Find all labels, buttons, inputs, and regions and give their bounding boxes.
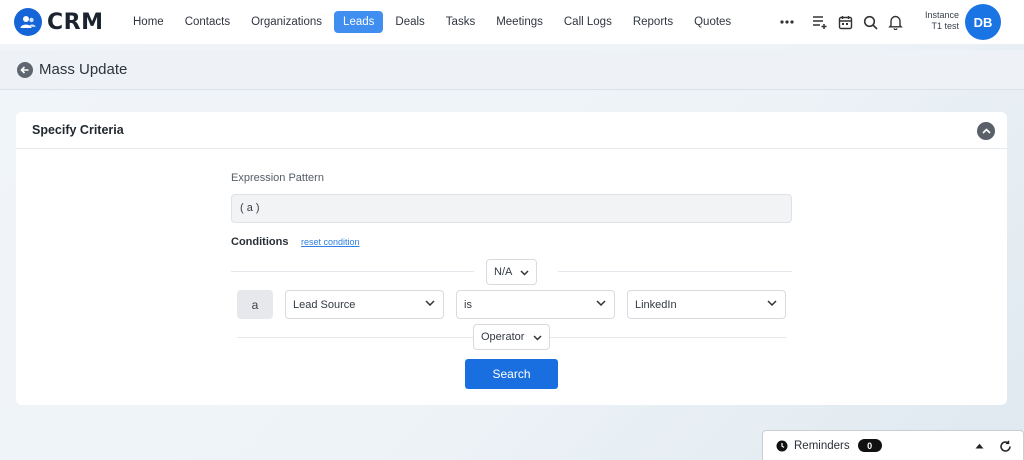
- caret-up-icon[interactable]: [975, 443, 984, 449]
- reset-condition-link[interactable]: reset condition: [301, 237, 360, 247]
- group-operator-value: N/A: [494, 266, 513, 278]
- clock-icon: [776, 440, 788, 451]
- search-button[interactable]: Search: [465, 359, 558, 389]
- group-operator-select[interactable]: N/A: [486, 259, 537, 285]
- nav-item-contacts[interactable]: Contacts: [176, 11, 239, 33]
- nav-item-deals[interactable]: Deals: [386, 11, 433, 33]
- main-nav: Home Contacts Organizations Leads Deals …: [124, 11, 743, 33]
- nav-item-quotes[interactable]: Quotes: [685, 11, 740, 33]
- value-select-value: LinkedIn: [635, 298, 677, 311]
- nav-item-reports[interactable]: Reports: [624, 11, 682, 33]
- app-name: CRM: [47, 9, 104, 35]
- refresh-icon[interactable]: [999, 440, 1012, 453]
- search-icon[interactable]: [860, 12, 880, 32]
- top-toolbar: [777, 12, 910, 32]
- divider: [558, 271, 792, 272]
- back-arrow-icon[interactable]: [17, 61, 33, 78]
- nav-item-tasks[interactable]: Tasks: [437, 11, 484, 33]
- expression-pattern-label: Expression Pattern: [231, 172, 324, 184]
- card-title: Specify Criteria: [32, 123, 124, 137]
- bell-icon[interactable]: [885, 12, 905, 32]
- divider: [237, 337, 473, 338]
- user-name: T1 test: [931, 21, 959, 31]
- crm-logo[interactable]: CRM: [14, 8, 126, 36]
- nav-item-leads[interactable]: Leads: [334, 11, 384, 33]
- chevron-down-icon: [596, 300, 606, 306]
- chevron-down-icon: [425, 300, 435, 306]
- instance-label: Instance: [924, 10, 959, 20]
- chevron-down-icon: [520, 270, 529, 276]
- condition-row-tag: a: [237, 290, 273, 319]
- chevron-down-icon: [767, 300, 777, 306]
- operator-select[interactable]: Operator: [473, 324, 550, 350]
- divider: [231, 271, 474, 272]
- nav-item-home[interactable]: Home: [124, 11, 173, 33]
- page-title: Mass Update: [39, 61, 128, 78]
- comparator-select-value: is: [464, 298, 472, 311]
- chevron-down-icon: [533, 335, 542, 341]
- comparator-select[interactable]: is: [456, 290, 615, 319]
- user-info[interactable]: Instance T1 test: [918, 10, 959, 32]
- nav-item-call-logs[interactable]: Call Logs: [555, 11, 621, 33]
- field-select-value: Lead Source: [293, 298, 356, 311]
- conditions-label: Conditions: [231, 236, 289, 248]
- more-dots-icon[interactable]: [777, 12, 797, 32]
- avatar[interactable]: DB: [965, 4, 1001, 40]
- criteria-card: Specify Criteria Expression Pattern ( a …: [16, 112, 1007, 405]
- divider: [550, 337, 786, 338]
- top-navbar: CRM Home Contacts Organizations Leads De…: [0, 0, 1024, 44]
- nav-item-meetings[interactable]: Meetings: [487, 11, 552, 33]
- crm-logo-icon: [14, 8, 42, 36]
- collapse-chevron-icon[interactable]: [977, 122, 995, 140]
- calendar-icon[interactable]: [835, 12, 855, 32]
- page-header: Mass Update: [0, 50, 1024, 90]
- reminders-bar[interactable]: Reminders 0: [762, 430, 1024, 460]
- expression-pattern-input[interactable]: ( a ): [231, 194, 792, 223]
- operator-select-value: Operator: [481, 331, 525, 343]
- field-select[interactable]: Lead Source: [285, 290, 444, 319]
- nav-item-organizations[interactable]: Organizations: [242, 11, 331, 33]
- value-select[interactable]: LinkedIn: [627, 290, 786, 319]
- reminders-count-badge: 0: [857, 439, 882, 452]
- reminders-label: Reminders: [794, 439, 850, 452]
- card-header: Specify Criteria: [16, 112, 1007, 149]
- add-list-icon[interactable]: [810, 12, 830, 32]
